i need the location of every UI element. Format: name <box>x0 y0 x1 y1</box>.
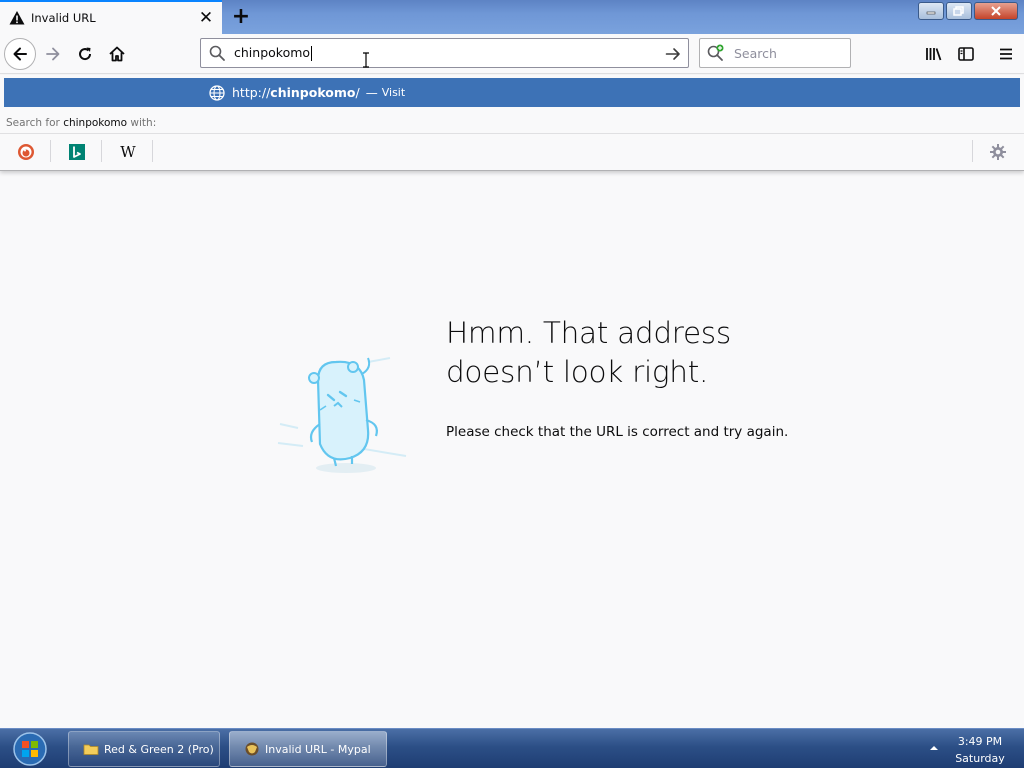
engine-divider <box>152 140 153 162</box>
engine-wikipedia[interactable]: W <box>116 140 140 164</box>
engine-bing[interactable] <box>65 140 89 164</box>
window-controls <box>918 2 1018 20</box>
visit-url-suggestion[interactable]: http://chinpokomo/ — Visit <box>4 78 1020 107</box>
system-clock[interactable]: 3:49 PM Saturday <box>950 733 1010 767</box>
error-title-line: Hmm. That address <box>446 316 731 350</box>
forward-button[interactable] <box>41 42 65 66</box>
restore-icon <box>953 6 964 16</box>
reload-button[interactable] <box>73 42 97 66</box>
library-icon <box>926 48 942 61</box>
taskbar-item-label: Red & Green 2 (Pro) <box>104 742 214 756</box>
mypal-icon <box>245 742 259 756</box>
navigation-toolbar: chinpokomo Search <box>0 34 1024 74</box>
back-arrow-icon <box>13 47 27 61</box>
minimize-icon <box>926 11 936 15</box>
forward-arrow-icon <box>46 47 60 61</box>
minimize-button[interactable] <box>918 2 944 20</box>
windows-start-icon <box>13 732 47 766</box>
start-button[interactable] <box>8 731 52 767</box>
title-bar: Invalid URL ✕ + <box>0 0 1024 34</box>
show-hidden-icons-icon[interactable] <box>928 743 940 753</box>
error-title-line: doesn’t look right. <box>446 355 709 389</box>
hamburger-menu-icon <box>1000 48 1012 60</box>
tab-title: Invalid URL <box>31 11 96 25</box>
url-bar[interactable]: chinpokomo <box>200 38 689 68</box>
error-title: Hmm. That address doesn’t look right. <box>446 314 866 392</box>
go-arrow-icon <box>665 48 680 60</box>
suggestion-separator: — <box>365 85 378 100</box>
clock-time: 3:49 PM <box>957 735 1003 748</box>
text-cursor-icon <box>363 52 369 68</box>
engine-divider <box>101 140 102 162</box>
bing-icon <box>69 144 85 160</box>
search-bar[interactable]: Search <box>699 38 851 68</box>
home-button[interactable] <box>105 42 129 66</box>
close-window-button[interactable] <box>974 2 1018 20</box>
duckduckgo-icon <box>18 144 34 160</box>
engine-divider <box>50 140 51 162</box>
warning-icon <box>9 11 25 25</box>
url-input-value[interactable]: chinpokomo <box>234 45 313 61</box>
taskbar-item-folder[interactable]: Red & Green 2 (Pro) <box>68 731 220 767</box>
sidebar-icon <box>958 47 974 61</box>
error-description: Please check that the URL is correct and… <box>446 424 789 440</box>
text-caret <box>311 46 313 61</box>
taskbar-item-browser[interactable]: Invalid URL - Mypal <box>229 731 387 767</box>
search-engine-add-icon <box>707 44 724 61</box>
search-settings-button[interactable] <box>986 140 1010 164</box>
go-button[interactable] <box>662 43 684 65</box>
taskbar: Red & Green 2 (Pro) Invalid URL - Mypal … <box>0 728 1024 768</box>
engine-duckduckgo[interactable] <box>14 140 38 164</box>
clock-day: Saturday <box>955 752 1005 765</box>
tab-invalid-url[interactable]: Invalid URL ✕ <box>0 0 222 34</box>
new-tab-button[interactable]: + <box>229 4 253 29</box>
menu-button[interactable] <box>994 42 1018 66</box>
sidebar-button[interactable] <box>954 42 978 66</box>
autocomplete-popup: http://chinpokomo/ — Visit Search for ch… <box>0 75 1024 171</box>
maximize-button[interactable] <box>946 2 972 20</box>
back-button[interactable] <box>4 38 36 70</box>
tab-close-icon[interactable]: ✕ <box>195 7 217 29</box>
suggestion-url: http://chinpokomo/ <box>232 85 360 100</box>
folder-icon <box>83 744 99 755</box>
globe-icon <box>209 84 225 101</box>
home-icon <box>109 46 125 62</box>
search-placeholder: Search <box>734 45 777 61</box>
search-with-label: Search for chinpokomo with: <box>6 117 157 129</box>
reload-icon <box>79 47 92 61</box>
library-button[interactable] <box>922 42 946 66</box>
search-icon <box>209 45 225 61</box>
one-off-search-engines: W <box>0 133 1024 169</box>
suggestion-action: Visit <box>381 86 406 99</box>
gear-icon <box>990 144 1006 160</box>
engine-divider <box>972 140 973 162</box>
wikipedia-icon: W <box>120 143 136 161</box>
error-mascot-illustration <box>277 357 407 473</box>
taskbar-item-label: Invalid URL - Mypal <box>265 742 371 756</box>
close-icon <box>991 6 1001 16</box>
